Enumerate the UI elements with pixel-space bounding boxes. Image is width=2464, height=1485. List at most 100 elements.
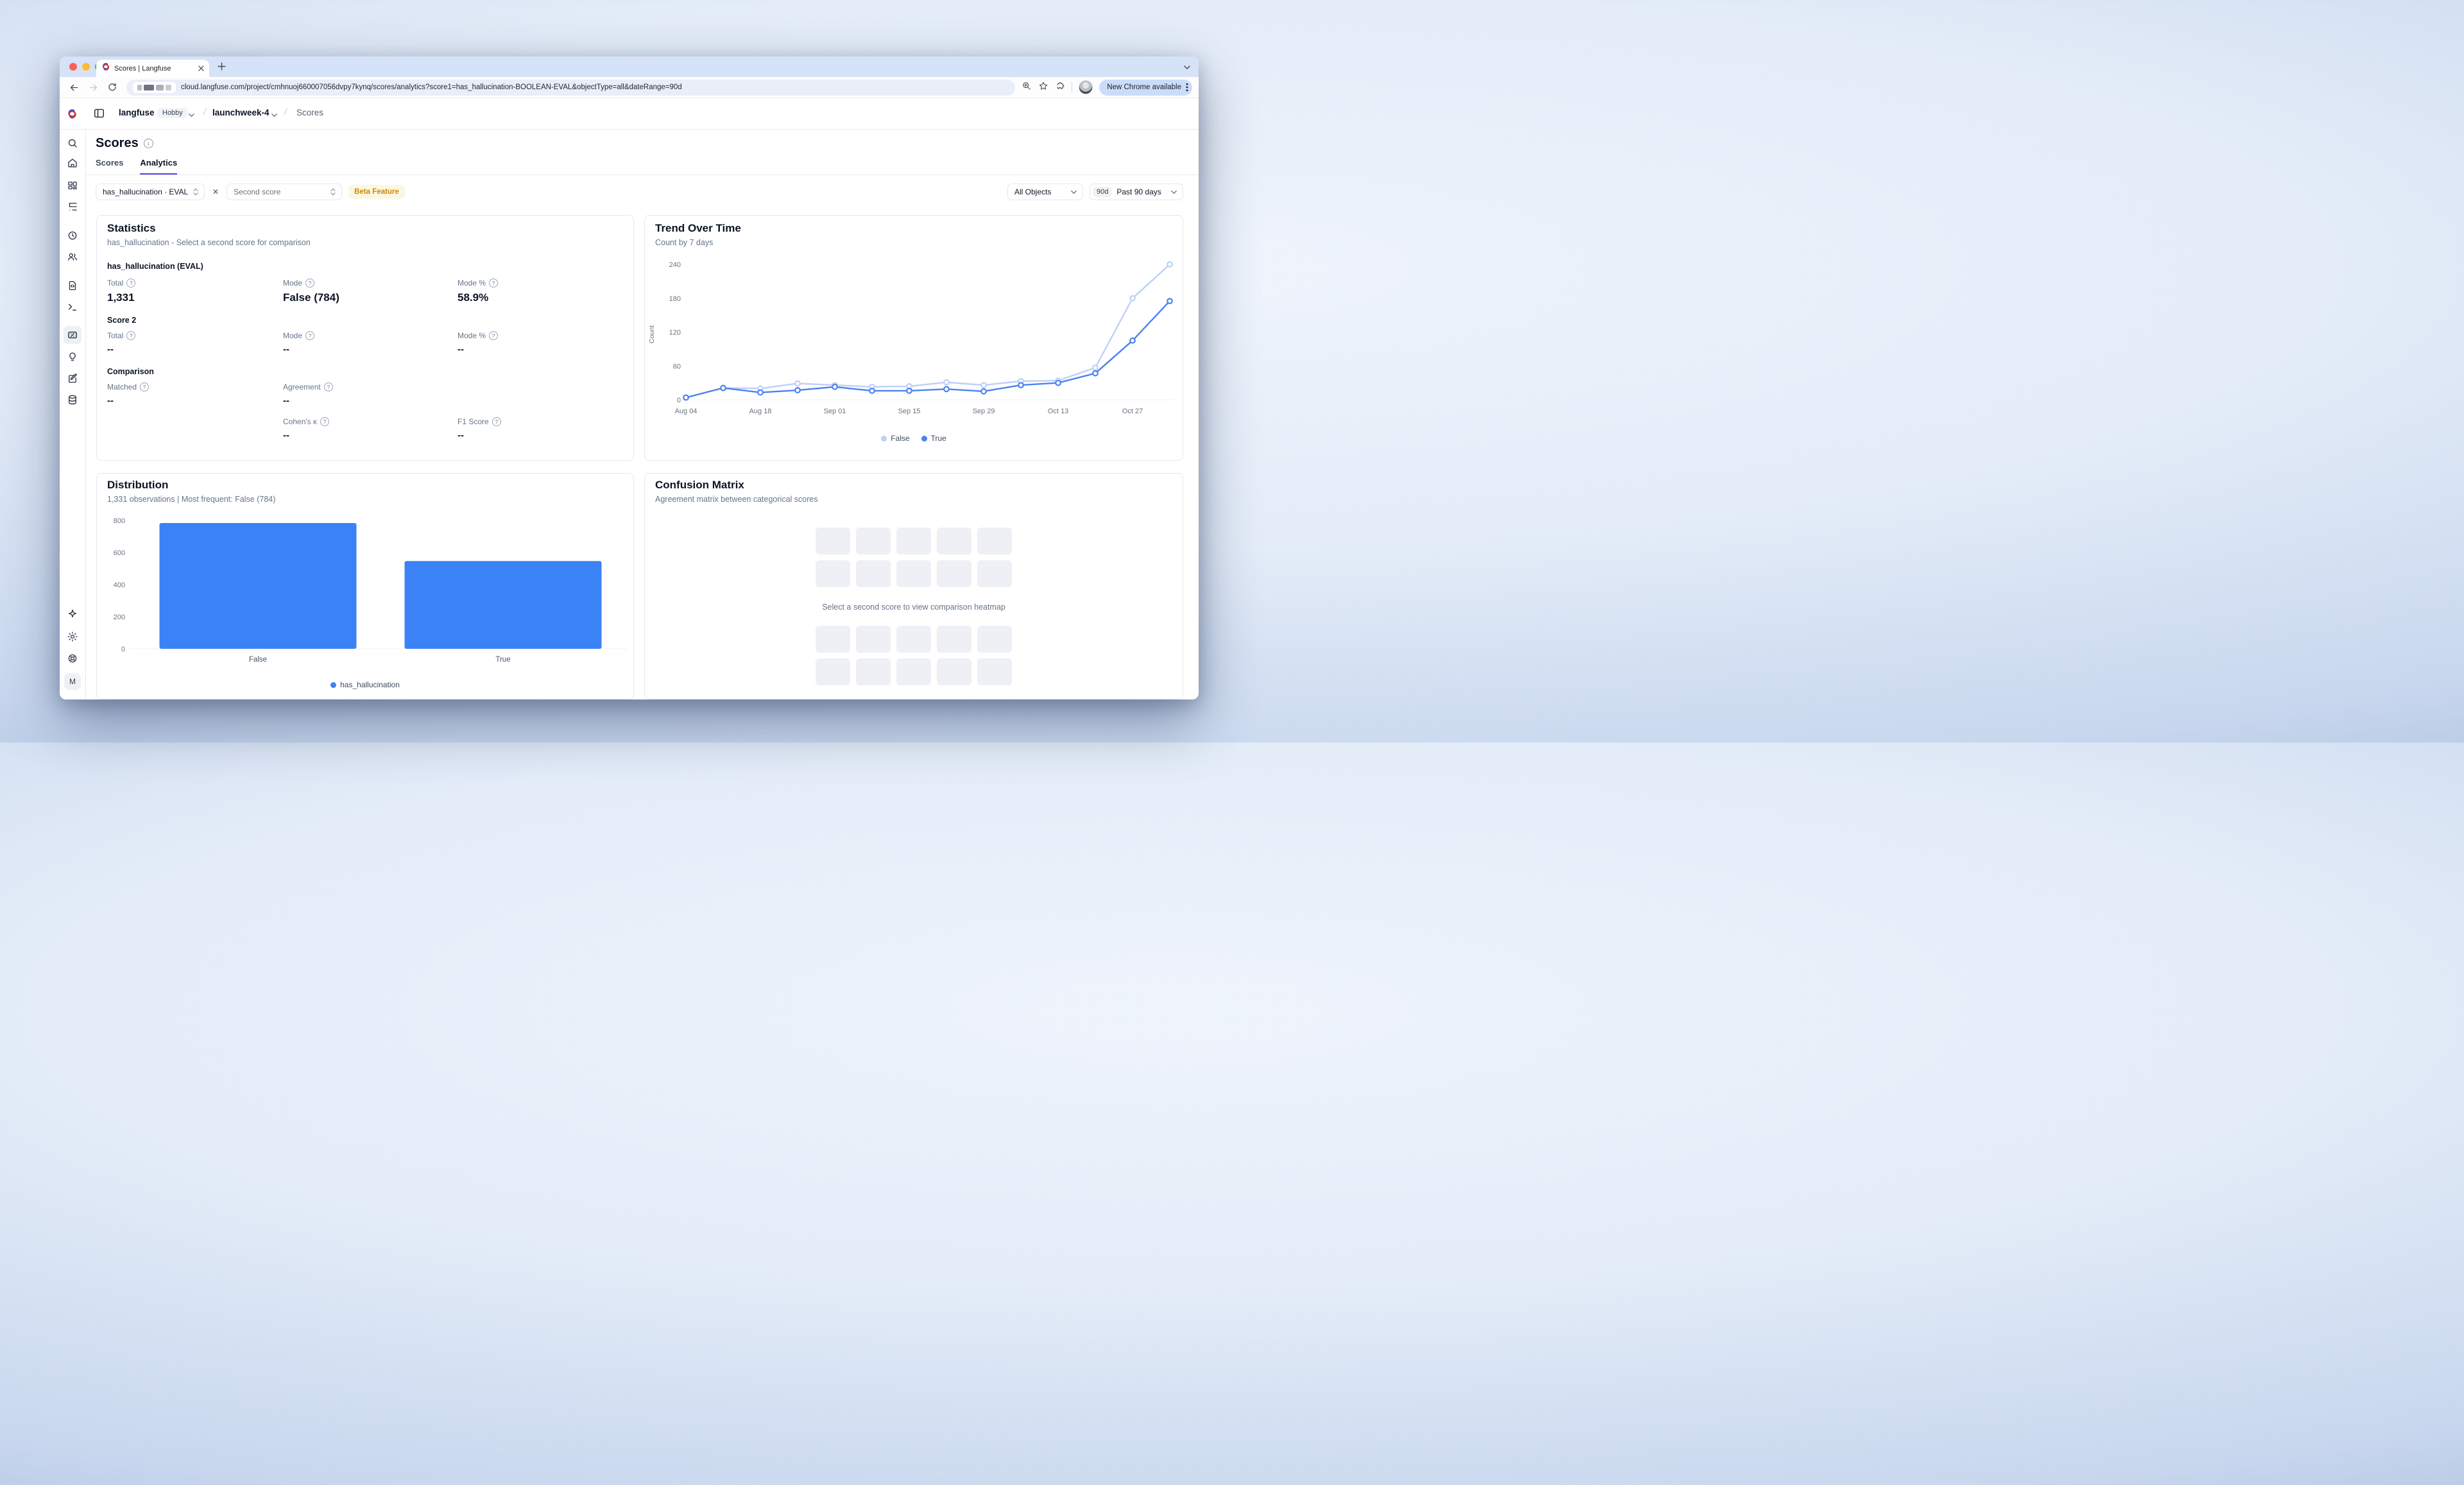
- project-name[interactable]: launchweek-4: [212, 108, 270, 117]
- minimize-window-button[interactable]: [82, 63, 90, 71]
- new-tab-button[interactable]: [218, 62, 226, 74]
- sidebar-item-prompts[interactable]: [64, 277, 81, 295]
- app-header: langfuse Hobby / launchweek-4 / Scores: [60, 98, 1199, 130]
- svg-text:800: 800: [114, 517, 125, 525]
- tab-list-chevron-icon[interactable]: [1183, 63, 1191, 74]
- redacted-block: [137, 85, 142, 90]
- sidebar-item-datasets[interactable]: [64, 391, 81, 409]
- help-icon[interactable]: ?: [320, 417, 329, 426]
- svg-text:400: 400: [114, 581, 125, 589]
- updown-chevron-icon: [330, 187, 336, 196]
- info-icon[interactable]: i: [144, 139, 153, 148]
- app-sidebar: M: [60, 129, 86, 700]
- sidebar-item-tracing[interactable]: [64, 198, 81, 216]
- new-chrome-button[interactable]: New Chrome available: [1099, 80, 1192, 96]
- tab-scores[interactable]: Scores: [96, 158, 123, 175]
- clear-score1-button[interactable]: ✕: [211, 187, 220, 196]
- confusion-placeholder-cell: [977, 658, 1012, 685]
- help-icon[interactable]: ?: [489, 279, 498, 288]
- legend-dot: [921, 436, 927, 442]
- confusion-placeholder-cell: [816, 626, 850, 653]
- zoom-icon[interactable]: [1022, 81, 1032, 94]
- help-icon[interactable]: ?: [126, 331, 135, 340]
- help-icon[interactable]: ?: [492, 417, 501, 426]
- sidebar-item-playground[interactable]: [64, 298, 81, 316]
- distribution-card: Distribution 1,331 observations | Most f…: [96, 473, 634, 700]
- sidebar-item-annotation[interactable]: [64, 370, 81, 388]
- svg-text:180: 180: [669, 295, 681, 303]
- svg-text:600: 600: [114, 549, 125, 557]
- comparison-section-label: Comparison: [107, 367, 154, 376]
- object-type-value: All Objects: [1014, 187, 1051, 196]
- updown-chevron-icon: [193, 187, 199, 196]
- address-bar[interactable]: cloud.langfuse.com/project/cmhnuoj660007…: [126, 80, 1015, 96]
- object-type-select[interactable]: All Objects: [1007, 184, 1083, 200]
- project-chevron-icon[interactable]: [271, 110, 278, 122]
- org-chevron-icon[interactable]: [188, 110, 195, 122]
- extensions-icon[interactable]: [1055, 81, 1065, 94]
- sidebar-item-evaluation[interactable]: [64, 348, 81, 366]
- confusion-matrix-card: Confusion Matrix Agreement matrix betwee…: [644, 473, 1183, 700]
- distribution-bar-chart[interactable]: 0200400600800FalseTrue: [97, 512, 635, 671]
- kebab-menu-icon[interactable]: [1186, 83, 1188, 92]
- confusion-placeholder-cell: [896, 658, 931, 685]
- svg-text:Oct 27: Oct 27: [1122, 408, 1143, 415]
- legend-item: has_hallucination: [330, 680, 400, 689]
- browser-window: Scores | Langfuse: [60, 56, 1199, 700]
- browser-tab-strip: Scores | Langfuse: [60, 56, 1199, 77]
- url-text: cloud.langfuse.com/project/cmhnuoj660007…: [181, 83, 682, 91]
- trend-line-chart[interactable]: 060120180240CountAug 04Aug 18Sep 01Sep 1…: [645, 248, 1184, 421]
- svg-text:Aug 04: Aug 04: [675, 408, 697, 415]
- back-button[interactable]: [66, 80, 81, 95]
- stat-score2-total: --: [107, 344, 114, 355]
- tab-analytics[interactable]: Analytics: [140, 158, 177, 175]
- score2-select[interactable]: Second score: [227, 184, 342, 200]
- close-window-button[interactable]: [69, 63, 77, 71]
- stat-matched: --: [107, 395, 114, 406]
- browser-tab[interactable]: Scores | Langfuse: [96, 60, 209, 77]
- confusion-placeholder-cell: [937, 658, 971, 685]
- svg-text:200: 200: [114, 614, 125, 621]
- sidebar-item-settings[interactable]: [64, 628, 81, 646]
- confusion-grid-row: [816, 626, 1012, 653]
- date-range-select[interactable]: 90d Past 90 days: [1090, 184, 1183, 200]
- stat-label-cohens-k: Cohen's κ: [283, 417, 317, 426]
- help-icon[interactable]: ?: [324, 382, 333, 391]
- site-info-chip[interactable]: [133, 82, 176, 93]
- help-icon[interactable]: ?: [489, 331, 498, 340]
- help-icon[interactable]: ?: [140, 382, 149, 391]
- sidebar-item-home[interactable]: [64, 154, 81, 172]
- stat-label-mode: Mode: [283, 331, 302, 340]
- sidebar-item-search[interactable]: [64, 134, 81, 152]
- help-icon[interactable]: ?: [305, 331, 314, 340]
- confusion-placeholder-cell: [816, 560, 850, 587]
- forward-button[interactable]: [85, 80, 101, 95]
- sidebar-item-support[interactable]: [64, 649, 81, 667]
- org-name[interactable]: langfuse: [119, 108, 155, 117]
- user-avatar[interactable]: M: [64, 673, 81, 690]
- confusion-placeholder-cell: [856, 560, 891, 587]
- langfuse-logo-icon[interactable]: [67, 108, 78, 123]
- score1-select[interactable]: has_hallucination · EVAL: [96, 184, 205, 200]
- tab-close-icon[interactable]: [198, 63, 204, 74]
- confusion-placeholder-cell: [896, 528, 931, 554]
- help-icon[interactable]: ?: [305, 279, 314, 288]
- confusion-placeholder-cell: [816, 528, 850, 554]
- svg-text:Sep 29: Sep 29: [973, 408, 995, 415]
- confusion-placeholder-cell: [856, 528, 891, 554]
- sidebar-toggle-icon[interactable]: [93, 107, 105, 123]
- sidebar-item-users[interactable]: [64, 248, 81, 266]
- sidebar-item-scores[interactable]: [64, 326, 81, 344]
- sidebar-item-sessions[interactable]: [64, 227, 81, 245]
- sidebar-item-whats-new[interactable]: [64, 605, 81, 623]
- help-icon[interactable]: ?: [126, 279, 135, 288]
- profile-avatar[interactable]: [1079, 80, 1093, 94]
- bookmark-star-icon[interactable]: [1038, 81, 1048, 94]
- reload-button[interactable]: [105, 80, 120, 95]
- sidebar-item-dashboards[interactable]: [64, 176, 81, 194]
- confusion-title: Confusion Matrix: [655, 479, 744, 492]
- redacted-block: [166, 85, 171, 90]
- plan-badge[interactable]: Hobby: [157, 108, 188, 118]
- langfuse-app: langfuse Hobby / launchweek-4 / Scores: [60, 98, 1199, 700]
- page-title-text: Scores: [96, 136, 139, 151]
